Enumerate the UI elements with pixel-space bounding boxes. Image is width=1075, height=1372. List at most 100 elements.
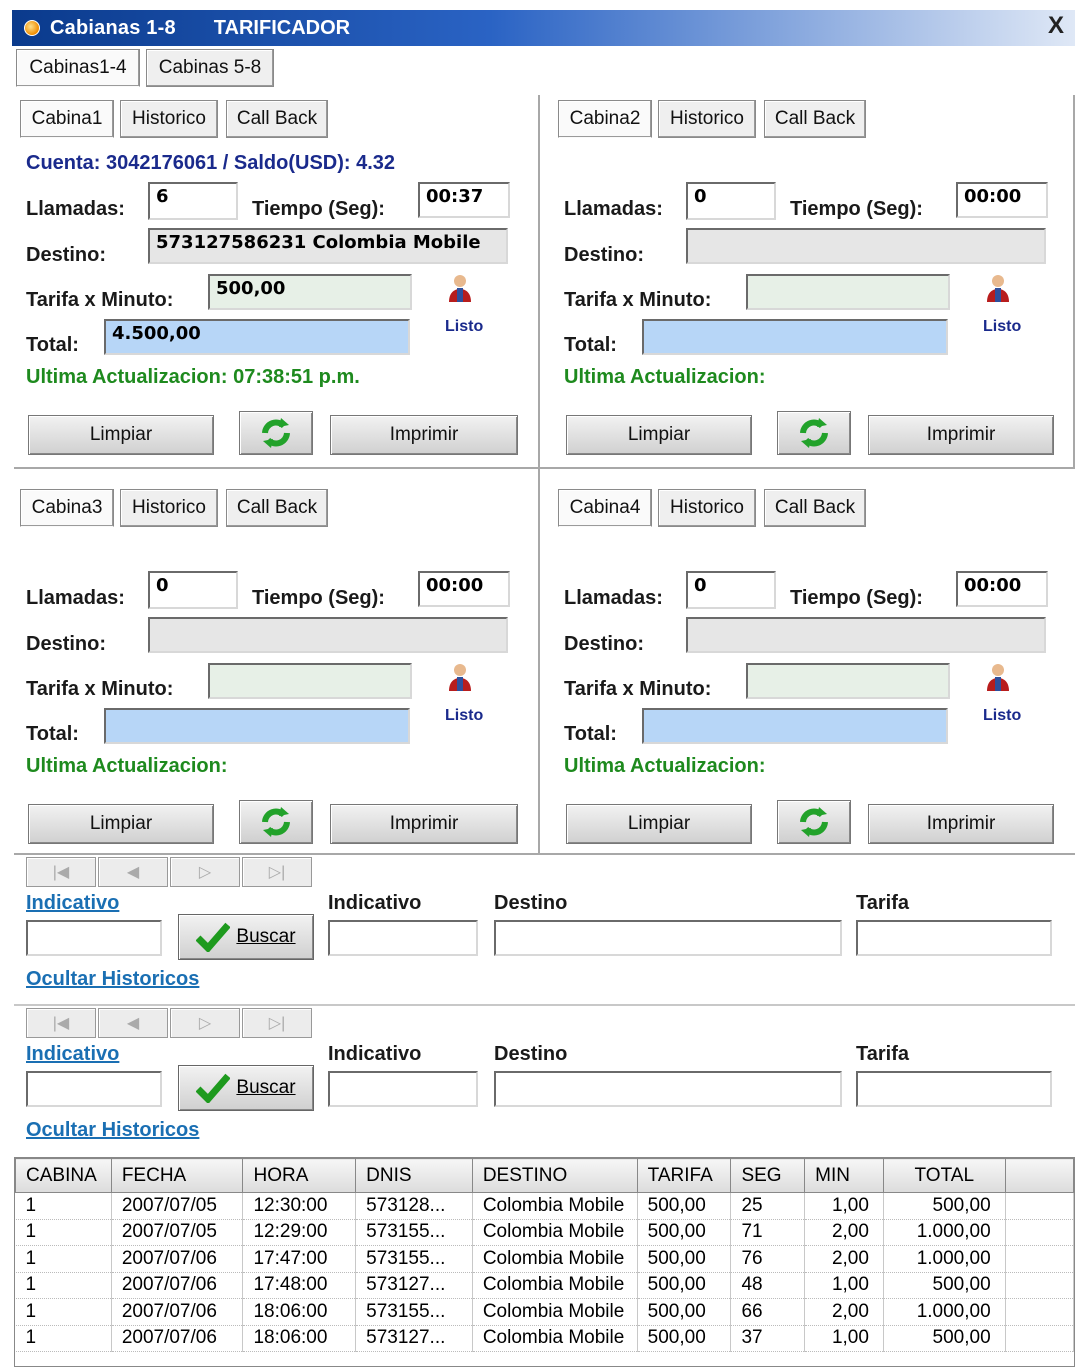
- cell-destino: Colombia Mobile: [472, 1245, 638, 1273]
- close-icon[interactable]: X: [1043, 14, 1069, 40]
- llamadas-field[interactable]: 0: [686, 182, 776, 220]
- buscar-button[interactable]: Buscar: [178, 914, 314, 960]
- user-phone-icon[interactable]: [982, 272, 1014, 304]
- cell-min: 2,00: [804, 1245, 884, 1273]
- table-row[interactable]: 1 2007/07/05 12:30:00 573128... Colombia Mob…: [15, 1192, 1074, 1220]
- user-phone-icon[interactable]: [444, 272, 476, 304]
- total-field[interactable]: 4.500,00: [104, 319, 410, 355]
- destino-field[interactable]: [148, 617, 508, 653]
- tab-cabinas-1-4[interactable]: Cabinas1-4: [16, 49, 140, 87]
- tab-cabina2[interactable]: Cabina2: [558, 100, 652, 138]
- indicativo-field[interactable]: [328, 920, 478, 956]
- tab-cabina4[interactable]: Cabina4: [558, 489, 652, 527]
- llamadas-field[interactable]: 0: [148, 571, 238, 609]
- indicativo-field[interactable]: [328, 1071, 478, 1107]
- col-min[interactable]: MIN: [804, 1158, 884, 1193]
- nav-first-button[interactable]: |◀: [26, 857, 96, 887]
- nav-last-button[interactable]: ▷|: [242, 1008, 312, 1038]
- table-row[interactable]: 1 2007/07/06 18:06:00 573155... Colombia Mob…: [15, 1298, 1074, 1326]
- tiempo-field[interactable]: 00:37: [418, 182, 510, 218]
- limpiar-button[interactable]: Limpiar: [28, 415, 214, 455]
- destino-field[interactable]: [686, 617, 1046, 653]
- llamadas-field[interactable]: 6: [148, 182, 238, 220]
- imprimir-button[interactable]: Imprimir: [330, 415, 518, 455]
- ocultar-historicos-link[interactable]: Ocultar Historicos: [26, 968, 199, 991]
- table-row[interactable]: 1 2007/07/06 18:06:00 573127... Colombia Mob…: [15, 1325, 1074, 1352]
- destino-search-field[interactable]: [494, 920, 842, 956]
- refresh-button[interactable]: [239, 411, 313, 455]
- user-phone-icon[interactable]: [444, 661, 476, 693]
- tab-cabina3[interactable]: Cabina3: [20, 489, 114, 527]
- destino-field[interactable]: [686, 228, 1046, 264]
- nav-next-button[interactable]: ▷: [170, 1008, 240, 1038]
- tarifa-search-field[interactable]: [856, 920, 1052, 956]
- refresh-button[interactable]: [239, 800, 313, 844]
- tiempo-field[interactable]: 00:00: [956, 182, 1048, 218]
- table-row[interactable]: 1 2007/07/06 17:48:00 573127... Colombia Mob…: [15, 1272, 1074, 1299]
- history-grid[interactable]: CABINA FECHA HORA DNIS DESTINO TARIFA SE…: [14, 1157, 1075, 1367]
- tab-callback-4[interactable]: Call Back: [764, 489, 866, 527]
- tab-historico-4[interactable]: Historico: [658, 489, 756, 527]
- table-row[interactable]: 1 2007/07/05 12:29:00 573155... Colombia Mob…: [15, 1219, 1074, 1246]
- user-phone-icon[interactable]: [982, 661, 1014, 693]
- col-hora[interactable]: HORA: [242, 1158, 357, 1193]
- llamadas-field[interactable]: 0: [686, 571, 776, 609]
- total-field[interactable]: [104, 708, 410, 744]
- llamadas-label: Llamadas:: [564, 198, 663, 220]
- refresh-icon: [800, 418, 828, 448]
- imprimir-button[interactable]: Imprimir: [330, 804, 518, 844]
- cell-dnis: 573127...: [355, 1325, 473, 1352]
- tarifa-field[interactable]: [746, 274, 950, 310]
- table-row[interactable]: 1 2007/07/06 17:47:00 573155... Colombia Mob…: [15, 1245, 1074, 1273]
- buscar-button[interactable]: Buscar: [178, 1065, 314, 1111]
- tarifa-field[interactable]: 500,00: [208, 274, 412, 310]
- imprimir-button[interactable]: Imprimir: [868, 415, 1054, 455]
- tiempo-field[interactable]: 00:00: [418, 571, 510, 607]
- col-destino[interactable]: DESTINO: [471, 1158, 638, 1193]
- nav-prev-button[interactable]: ◀: [98, 857, 168, 887]
- tiempo-field[interactable]: 00:00: [956, 571, 1048, 607]
- indicativo-link[interactable]: Indicativo: [26, 1043, 119, 1066]
- tab-historico-2[interactable]: Historico: [658, 100, 756, 138]
- window-subtitle: TARIFICADOR: [213, 16, 351, 39]
- total-field[interactable]: [642, 708, 948, 744]
- tab-callback-2[interactable]: Call Back: [764, 100, 866, 138]
- buscar-label: Buscar: [236, 926, 296, 947]
- tarifa-field[interactable]: [208, 663, 412, 699]
- destino-field[interactable]: 573127586231 Colombia Mobile: [148, 228, 508, 264]
- tab-cabina1[interactable]: Cabina1: [20, 100, 114, 138]
- refresh-button[interactable]: [777, 411, 851, 455]
- nav-next-button[interactable]: ▷: [170, 857, 240, 887]
- nav-last-button[interactable]: ▷|: [242, 857, 312, 887]
- destino-search-field[interactable]: [494, 1071, 842, 1107]
- nav-prev-button[interactable]: ◀: [98, 1008, 168, 1038]
- tarifa-field[interactable]: [746, 663, 950, 699]
- tab-callback-1[interactable]: Call Back: [226, 100, 328, 138]
- col-cabina[interactable]: CABINA: [15, 1158, 112, 1193]
- indicativo-search-input[interactable]: [26, 920, 162, 956]
- tab-cabinas-5-8[interactable]: Cabinas 5-8: [146, 49, 274, 87]
- refresh-icon: [262, 418, 290, 448]
- cell-seg: 37: [730, 1325, 806, 1352]
- imprimir-button[interactable]: Imprimir: [868, 804, 1054, 844]
- col-dnis[interactable]: DNIS: [355, 1158, 473, 1193]
- tab-callback-3[interactable]: Call Back: [226, 489, 328, 527]
- cell-tarifa: 500,00: [637, 1219, 732, 1246]
- nav-first-button[interactable]: |◀: [26, 1008, 96, 1038]
- col-seg[interactable]: SEG: [730, 1158, 806, 1193]
- tarifa-search-field[interactable]: [856, 1071, 1052, 1107]
- tab-historico-3[interactable]: Historico: [120, 489, 218, 527]
- indicativo-link[interactable]: Indicativo: [26, 892, 119, 915]
- indicativo-search-input[interactable]: [26, 1071, 162, 1107]
- ocultar-historicos-link[interactable]: Ocultar Historicos: [26, 1119, 199, 1142]
- col-fecha[interactable]: FECHA: [110, 1158, 244, 1193]
- limpiar-button[interactable]: Limpiar: [566, 804, 752, 844]
- refresh-button[interactable]: [777, 800, 851, 844]
- total-field[interactable]: [642, 319, 948, 355]
- col-total[interactable]: TOTAL: [882, 1158, 1006, 1193]
- limpiar-button[interactable]: Limpiar: [28, 804, 214, 844]
- limpiar-button[interactable]: Limpiar: [566, 415, 752, 455]
- cell-empty: [1005, 1272, 1074, 1299]
- col-tarifa[interactable]: TARIFA: [636, 1158, 732, 1193]
- tab-historico-1[interactable]: Historico: [120, 100, 218, 138]
